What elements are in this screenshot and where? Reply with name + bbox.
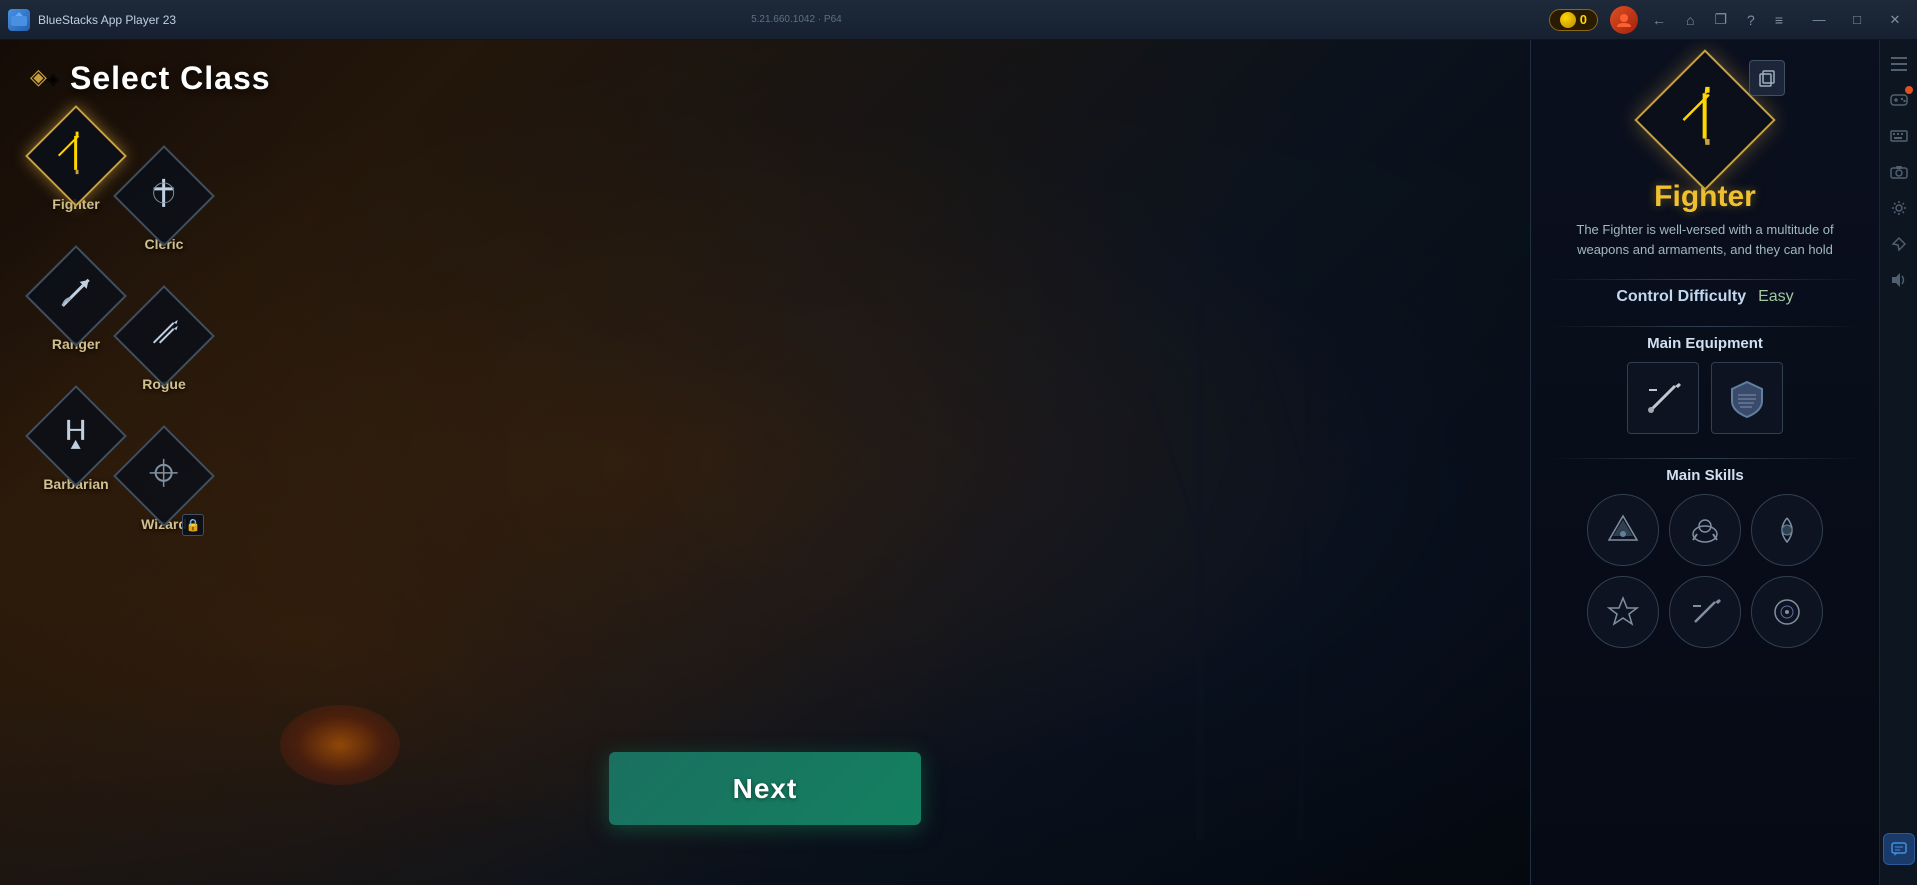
nav-back-button[interactable]: ←: [1646, 10, 1672, 30]
menu-button[interactable]: ≡: [1769, 10, 1789, 30]
side-icon-gamepad[interactable]: [1883, 84, 1915, 116]
class-list: Fighter Cleric: [40, 120, 200, 532]
class-item-cleric[interactable]: Cleric: [128, 160, 200, 252]
selected-class-icon: [1679, 90, 1731, 151]
chat-button[interactable]: [1883, 833, 1915, 865]
fighter-diamond: [25, 105, 127, 207]
class-item-wizard[interactable]: 🔒 Wizard: [128, 440, 200, 532]
header-diamond-icon: ◈: [30, 64, 60, 94]
skill-slot-3: [1751, 494, 1823, 566]
app-version: 5.21.660.1042 · P64: [751, 14, 842, 25]
side-icon-airplane[interactable]: [1883, 228, 1915, 260]
class-row-1: Fighter Cleric: [40, 120, 200, 252]
side-icon-volume[interactable]: [1883, 264, 1915, 296]
game-area: ◈ Select Class: [0, 40, 1530, 885]
skills-grid: [1587, 494, 1823, 648]
class-item-fighter[interactable]: Fighter: [40, 120, 112, 212]
side-icon-settings[interactable]: [1883, 192, 1915, 224]
cleric-diamond: [113, 145, 215, 247]
rogue-diamond: [113, 285, 215, 387]
fighter-icon: [56, 133, 96, 180]
side-icons-panel: [1879, 40, 1917, 885]
wizard-diamond: [113, 425, 215, 527]
divider-3: [1547, 458, 1863, 459]
rogue-icon: [146, 315, 182, 358]
equipment-row: [1627, 362, 1783, 434]
window-controls: — □ ✕: [1801, 2, 1913, 38]
titlebar-nav: ← ⌂ ❐ ? ≡: [1646, 9, 1789, 30]
skill-slot-2: [1669, 494, 1741, 566]
skill-slot-5: [1669, 576, 1741, 648]
main-equipment-label: Main Equipment: [1647, 335, 1763, 352]
equip-slot-shield: [1711, 362, 1783, 434]
control-difficulty-label: Control Difficulty: [1616, 288, 1746, 306]
control-difficulty-row: Control Difficulty Easy: [1616, 288, 1793, 306]
side-icon-camera[interactable]: [1883, 156, 1915, 188]
right-panel: Fighter The Fighter is well-versed with …: [1530, 40, 1879, 885]
copy-button[interactable]: [1749, 60, 1785, 96]
equip-slot-sword: [1627, 362, 1699, 434]
skill-slot-4: [1587, 576, 1659, 648]
cleric-icon: [146, 175, 182, 218]
coins-value: 0: [1580, 12, 1587, 27]
skill-slot-1: [1587, 494, 1659, 566]
minimize-button[interactable]: —: [1801, 2, 1837, 38]
maximize-button[interactable]: □: [1839, 2, 1875, 38]
select-class-header: ◈ Select Class: [30, 60, 271, 97]
wizard-lock-icon: 🔒: [182, 514, 204, 536]
class-row-2: Ranger Rogue: [40, 260, 200, 392]
title-bar: BlueStacks App Player 23 5.21.660.1042 ·…: [0, 0, 1917, 40]
main-skills-label: Main Skills: [1666, 467, 1744, 484]
class-description: The Fighter is well-versed with a multit…: [1547, 220, 1863, 259]
app-title: BlueStacks App Player 23: [38, 13, 745, 27]
close-button[interactable]: ✕: [1877, 2, 1913, 38]
nav-home-button[interactable]: ⌂: [1680, 10, 1700, 30]
side-icon-keyboard[interactable]: [1883, 120, 1915, 152]
selected-class-diamond-container: [1655, 70, 1755, 170]
skill-slot-6: [1751, 576, 1823, 648]
coins-display: 0: [1549, 9, 1598, 31]
nav-tab-button[interactable]: ❐: [1708, 9, 1733, 30]
help-button[interactable]: ?: [1741, 10, 1761, 30]
divider-2: [1547, 326, 1863, 327]
barbarian-icon: [57, 414, 95, 459]
ranger-diamond: [25, 245, 127, 347]
control-difficulty-value: Easy: [1758, 288, 1794, 306]
side-icon-menu[interactable]: [1883, 48, 1915, 80]
profile-icon[interactable]: [1610, 6, 1638, 34]
coin-icon: [1560, 12, 1576, 28]
next-button[interactable]: Next: [609, 752, 921, 825]
barbarian-diamond: [25, 385, 127, 487]
class-row-3: Barbarian 🔒 Wizard: [40, 400, 200, 532]
page-title: Select Class: [70, 60, 271, 97]
gamepad-notification: [1905, 86, 1913, 94]
app-icon: [8, 9, 30, 31]
class-item-ranger[interactable]: Ranger: [40, 260, 112, 352]
class-item-barbarian[interactable]: Barbarian: [40, 400, 112, 492]
ranger-icon: [57, 274, 95, 319]
wizard-icon: [146, 455, 182, 498]
divider-1: [1547, 279, 1863, 280]
fire-glow: [280, 705, 400, 785]
class-item-rogue[interactable]: Rogue: [128, 300, 200, 392]
